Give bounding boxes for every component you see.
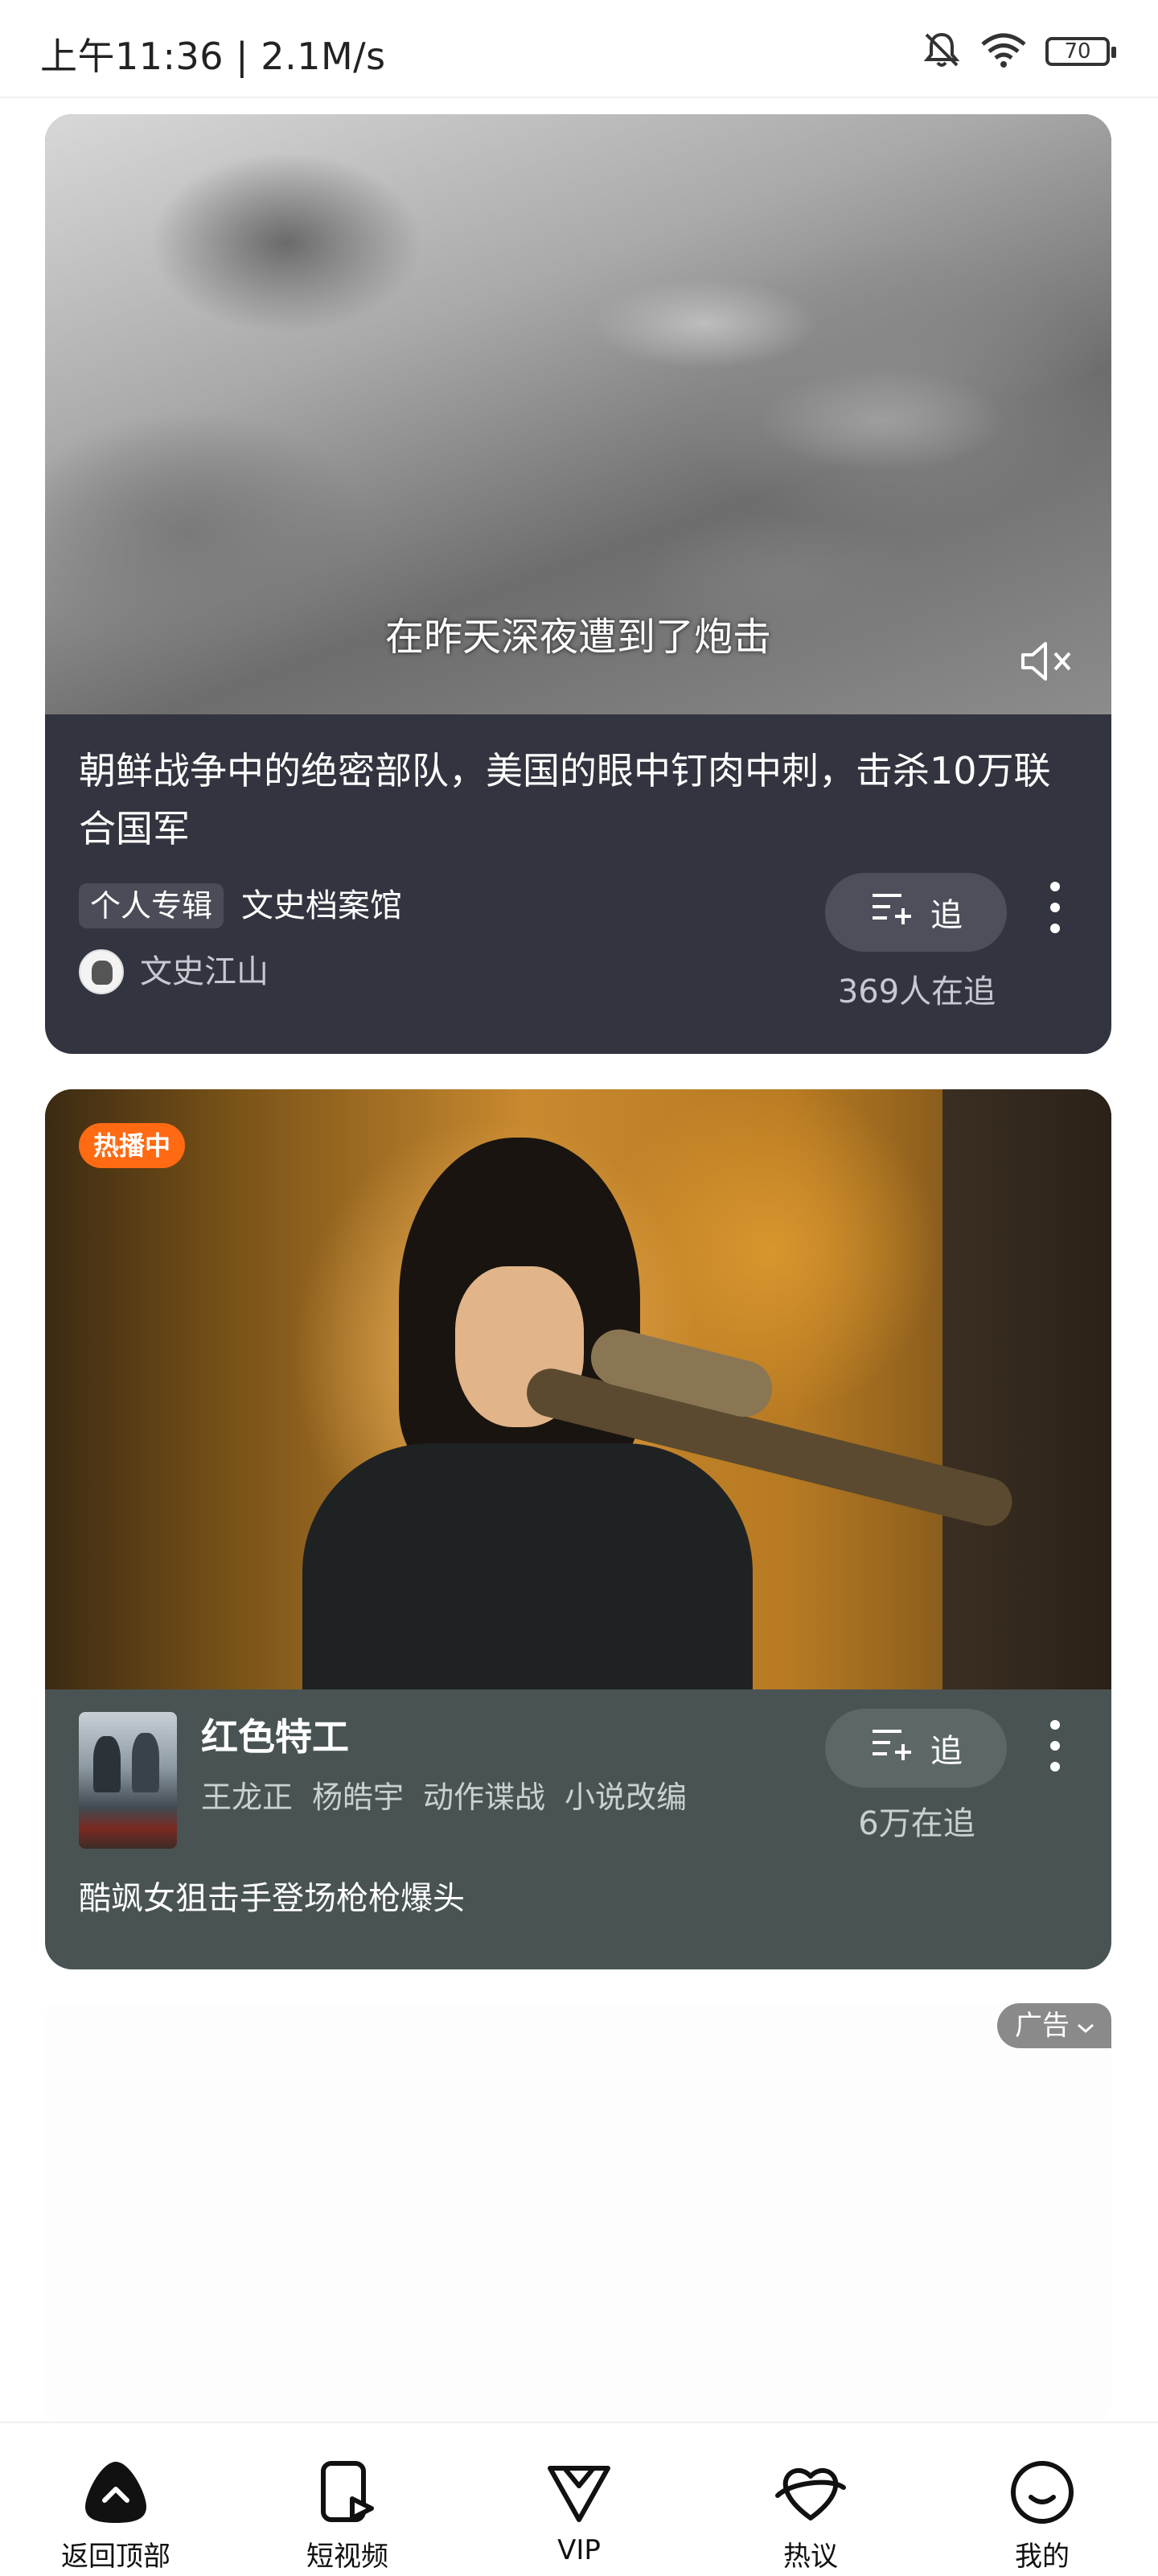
nav-label: 我的 (1015, 2541, 1070, 2573)
tag-actor-2: 杨皓宇 (312, 1780, 404, 1815)
nav-label: 短视频 (306, 2541, 388, 2573)
vip-icon (542, 2455, 616, 2529)
planet-icon (774, 2455, 848, 2529)
chevron-down-icon (1076, 2003, 1095, 2048)
more-icon[interactable] (1047, 882, 1063, 933)
album-name[interactable]: 文史档案馆 (241, 883, 402, 928)
nav-profile[interactable]: 我的 (926, 2423, 1158, 2576)
nav-label: 热议 (783, 2541, 838, 2573)
tag-source: 小说改编 (565, 1780, 688, 1815)
show-tags: 王龙正 杨皓宇 动作谍战 小说改编 (201, 1775, 687, 1820)
add-to-list-icon (869, 1725, 914, 1772)
tag-genre: 动作谍战 (423, 1780, 546, 1815)
status-time: 上午11:36 | 2.1M/s (40, 35, 386, 78)
ad-badge[interactable]: 广告 (997, 2003, 1111, 2048)
follow-count: 369人在追 (837, 973, 996, 1010)
follow-label: 追 (930, 1733, 963, 1770)
video-title[interactable]: 朝鲜战争中的绝密部队，美国的眼中钉肉中刺，击杀10万联合国军 (79, 742, 1084, 858)
profile-icon (1005, 2455, 1079, 2529)
show-description[interactable]: 酷飒女狙击手登场枪枪爆头 (79, 1874, 465, 1923)
album-tag: 个人专辑 (79, 883, 224, 928)
ad-label: 广告 (1015, 2010, 1070, 2042)
nav-discuss[interactable]: 热议 (695, 2423, 926, 2576)
show-cover-image[interactable]: 热播中 (45, 1089, 1111, 1689)
follow-button[interactable]: 追 (825, 873, 1007, 952)
back-to-top-icon (79, 2455, 153, 2529)
video-player-1[interactable]: 在昨天深夜遭到了炮击 (45, 114, 1111, 714)
show-title[interactable]: 红色特工 (201, 1712, 349, 1762)
short-video-icon (310, 2455, 384, 2529)
nav-short-video[interactable]: 短视频 (232, 2423, 463, 2576)
nav-label: 返回顶部 (61, 2541, 170, 2573)
nav-back-to-top[interactable]: 返回顶部 (0, 2423, 232, 2576)
ad-slot[interactable]: 广告 (45, 2003, 1111, 2422)
nav-label: VIP (557, 2534, 601, 2566)
avatar[interactable] (79, 949, 124, 994)
follow-button[interactable]: 追 (825, 1709, 1007, 1788)
wifi-icon (979, 31, 1028, 72)
add-to-list-icon (869, 889, 914, 936)
status-icons: 70 (922, 29, 1116, 74)
video-subtitle: 在昨天深夜遭到了炮击 (384, 615, 771, 660)
mute-icon[interactable] (1016, 637, 1081, 685)
status-bar: 上午11:36 | 2.1M/s 70 (0, 0, 1158, 98)
tag-actor-1: 王龙正 (201, 1780, 294, 1815)
show-card-2[interactable]: 热播中 红色特工 王龙正 杨皓宇 动作谍战 小说改编 追 6万在追 酷飒女狙击手… (45, 1089, 1111, 1969)
show-poster[interactable] (79, 1712, 177, 1849)
mute-bell-icon (922, 30, 962, 73)
scene-sniper-figure (302, 1121, 1017, 1689)
follow-count: 6万在追 (858, 1805, 975, 1842)
battery-level: 70 (1064, 39, 1091, 64)
follow-label: 追 (930, 897, 963, 934)
video-card-1[interactable]: 在昨天深夜遭到了炮击 朝鲜战争中的绝密部队，美国的眼中钉肉中刺，击杀10万联合国… (45, 114, 1111, 1054)
bottom-nav: 返回顶部 短视频 VIP 热议 我的 (0, 2422, 1158, 2576)
more-icon[interactable] (1047, 1720, 1063, 1772)
nav-vip[interactable]: VIP (463, 2423, 695, 2576)
battery-icon: 70 (1045, 37, 1116, 66)
status-badge: 热播中 (79, 1123, 186, 1168)
author-name[interactable]: 文史江山 (140, 948, 269, 996)
scene-pillar (942, 1089, 1111, 1689)
